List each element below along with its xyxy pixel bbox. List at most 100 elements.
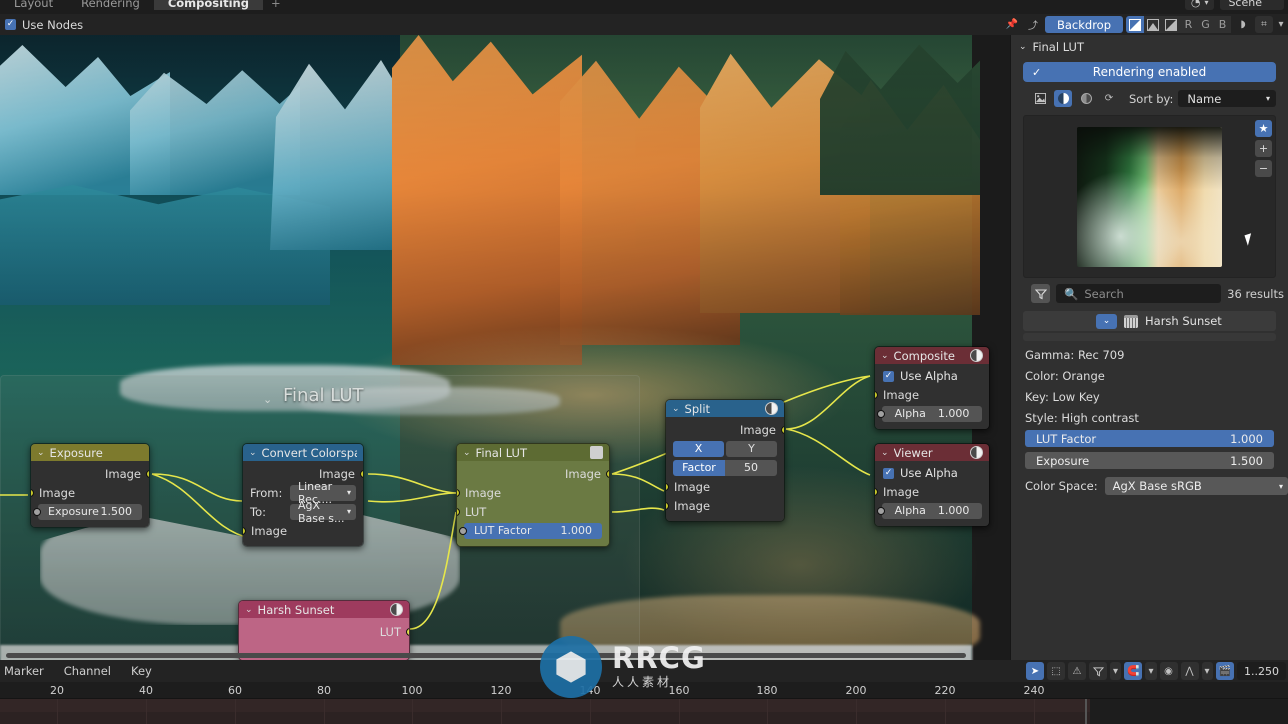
node-input-image-2[interactable]: Image bbox=[666, 496, 784, 515]
snap-icon[interactable]: ◗ bbox=[1234, 16, 1252, 33]
sort-by-dropdown[interactable]: Name ▾ bbox=[1178, 90, 1276, 107]
plus-icon[interactable]: + bbox=[1255, 140, 1272, 157]
tab-rendering[interactable]: Rendering bbox=[67, 0, 154, 10]
node-use-alpha-toggle[interactable]: ✓ Use Alpha bbox=[875, 464, 989, 482]
asset-thumbnail[interactable] bbox=[1077, 126, 1222, 267]
error-icon[interactable]: ⚠ bbox=[1068, 662, 1086, 680]
minus-icon[interactable]: − bbox=[1255, 160, 1272, 177]
material-preview-icon[interactable] bbox=[1054, 90, 1072, 107]
node-header[interactable]: ⌄ Split bbox=[666, 400, 784, 417]
node-header[interactable]: ⌄ Final LUT bbox=[457, 444, 609, 461]
socket-lut-factor-in[interactable] bbox=[459, 526, 467, 535]
material-preview-icon[interactable] bbox=[390, 603, 403, 616]
socket-lut-in[interactable] bbox=[457, 507, 460, 516]
node-convert-colorspace[interactable]: ⌄ Convert Colorspace Image From: Linear … bbox=[242, 443, 364, 547]
socket-image-out[interactable] bbox=[606, 469, 609, 478]
channel-b[interactable]: B bbox=[1214, 16, 1231, 33]
node-output-image[interactable]: Image bbox=[243, 464, 363, 483]
scene-selector[interactable]: ◔ ▾ Scene bbox=[1184, 0, 1284, 10]
socket-image-in-1[interactable] bbox=[666, 482, 669, 491]
color-alpha-icon[interactable] bbox=[1126, 16, 1144, 33]
socket-image-out[interactable] bbox=[146, 469, 149, 478]
socket-image-in[interactable] bbox=[457, 488, 460, 497]
rendering-enabled-button[interactable]: ✓ Rendering enabled bbox=[1023, 62, 1276, 82]
socket-alpha-in[interactable] bbox=[877, 506, 885, 515]
chevron-down-icon[interactable]: ⌄ bbox=[881, 448, 889, 458]
socket-exposure-in[interactable] bbox=[33, 507, 41, 516]
use-alpha-checkbox[interactable]: ✓ bbox=[883, 370, 894, 382]
auto-keying-icon[interactable]: 🎬 bbox=[1215, 662, 1234, 680]
chevron-down-icon[interactable]: ⌄ bbox=[1019, 42, 1027, 52]
box-select-icon[interactable]: ⬚ bbox=[1047, 662, 1065, 680]
chevron-down-icon[interactable]: ⌄ bbox=[245, 605, 253, 615]
node-axis-toggle[interactable]: X Y bbox=[666, 439, 784, 458]
node-final-lut-group[interactable]: ⌄ Final LUT Image Image LUT LUT Factor 1… bbox=[456, 443, 610, 547]
node-output-image[interactable]: Image bbox=[666, 420, 784, 439]
node-input-image[interactable]: Image bbox=[875, 385, 989, 404]
factor-label[interactable]: Factor bbox=[673, 459, 725, 476]
node-input-lut[interactable]: LUT bbox=[457, 502, 609, 521]
chevron-down-icon[interactable]: ▾ bbox=[1276, 16, 1286, 33]
node-dropdown-to[interactable]: To: AgX Base s... ▾ bbox=[243, 499, 363, 525]
socket-image-in[interactable] bbox=[875, 390, 878, 399]
image-preview-icon[interactable] bbox=[1031, 90, 1049, 107]
material-preview-icon[interactable] bbox=[970, 349, 983, 362]
node-output-image[interactable]: Image bbox=[31, 464, 149, 483]
axis-y-button[interactable]: Y bbox=[726, 440, 777, 457]
node-editor-canvas[interactable]: ⌄ Final LUT ⌄ Exposure Image Image Expos… bbox=[0, 35, 1010, 660]
asset-preview-box[interactable]: ★ + − bbox=[1023, 115, 1276, 278]
proportional-icon[interactable]: ◉ bbox=[1159, 662, 1178, 680]
node-input-image[interactable]: Image bbox=[243, 521, 363, 540]
node-group-icon[interactable] bbox=[590, 446, 603, 459]
node-output-image[interactable]: Image bbox=[457, 464, 609, 483]
horizontal-scrollbar[interactable] bbox=[6, 653, 966, 658]
socket-image-in[interactable] bbox=[31, 488, 34, 497]
chevron-down-icon[interactable]: ⌄ bbox=[672, 404, 680, 414]
chevron-down-icon[interactable]: ▾ bbox=[1145, 662, 1157, 680]
node-composite[interactable]: ⌄ Composite ✓ Use Alpha Image Alpha 1.00… bbox=[874, 346, 990, 430]
chevron-down-icon[interactable]: ▾ bbox=[1110, 662, 1122, 680]
node-exposure[interactable]: ⌄ Exposure Image Image Exposure 1.500 bbox=[30, 443, 150, 528]
proportional-edit-icon[interactable]: ⌗ bbox=[1255, 16, 1273, 33]
search-input[interactable]: 🔍 Search bbox=[1056, 284, 1222, 303]
material-preview-icon[interactable] bbox=[765, 402, 778, 415]
filter-icon[interactable] bbox=[1089, 662, 1107, 680]
chevron-down-icon[interactable]: ▾ bbox=[1201, 662, 1213, 680]
node-input-image[interactable]: Image bbox=[31, 483, 149, 502]
node-field-exposure[interactable]: Exposure 1.500 bbox=[31, 502, 149, 521]
alpha-icon[interactable] bbox=[1162, 16, 1180, 33]
socket-lut-out[interactable] bbox=[406, 628, 409, 636]
node-split[interactable]: ⌄ Split Image X Y Factor 50 Image Image bbox=[665, 399, 785, 522]
keyframe-track-area[interactable] bbox=[0, 699, 1288, 724]
chevron-down-icon[interactable]: ⌄ bbox=[37, 448, 45, 458]
material-preview-icon[interactable] bbox=[970, 446, 983, 459]
color-space-dropdown[interactable]: AgX Base sRGB ▾ bbox=[1104, 477, 1288, 495]
node-output-lut[interactable]: LUT bbox=[239, 621, 409, 643]
slider-lut-factor[interactable]: LUT Factor 1.000 bbox=[1025, 430, 1274, 447]
pin-icon[interactable]: 📌 bbox=[1003, 16, 1021, 33]
axis-x-button[interactable]: X bbox=[673, 440, 724, 457]
node-field-factor[interactable]: Factor 50 bbox=[666, 458, 784, 477]
node-header[interactable]: ⌄ Convert Colorspace bbox=[243, 444, 363, 461]
use-nodes-toggle[interactable]: ✓ Use Nodes bbox=[0, 18, 83, 32]
color-icon[interactable] bbox=[1144, 16, 1162, 33]
tab-compositing[interactable]: Compositing bbox=[153, 0, 263, 10]
tab-add-workspace[interactable]: + bbox=[263, 0, 289, 10]
node-input-image-1[interactable]: Image bbox=[666, 477, 784, 496]
tab-layout[interactable]: Layout bbox=[0, 0, 67, 10]
frame-collapse-icon[interactable]: ⌄ bbox=[263, 393, 272, 406]
node-header[interactable]: ⌄ Harsh Sunset bbox=[239, 601, 409, 618]
expand-icon[interactable]: ⌄ bbox=[1096, 313, 1117, 329]
node-viewer[interactable]: ⌄ Viewer ✓ Use Alpha Image Alpha 1.000 bbox=[874, 443, 990, 527]
node-header[interactable]: ⌄ Viewer bbox=[875, 444, 989, 461]
menu-channel[interactable]: Channel bbox=[64, 664, 111, 678]
node-header[interactable]: ⌄ Exposure bbox=[31, 444, 149, 461]
scene-icon-pill[interactable]: ◔ ▾ bbox=[1184, 0, 1215, 10]
snap-icon[interactable]: 🧲 bbox=[1124, 662, 1143, 680]
socket-image-in[interactable] bbox=[243, 526, 246, 535]
use-alpha-checkbox[interactable]: ✓ bbox=[883, 467, 894, 479]
node-harsh-sunset[interactable]: ⌄ Harsh Sunset LUT bbox=[238, 600, 410, 660]
socket-image-out[interactable] bbox=[360, 469, 363, 478]
node-field-alpha[interactable]: Alpha 1.000 bbox=[875, 501, 989, 520]
menu-marker[interactable]: Marker bbox=[4, 664, 44, 678]
